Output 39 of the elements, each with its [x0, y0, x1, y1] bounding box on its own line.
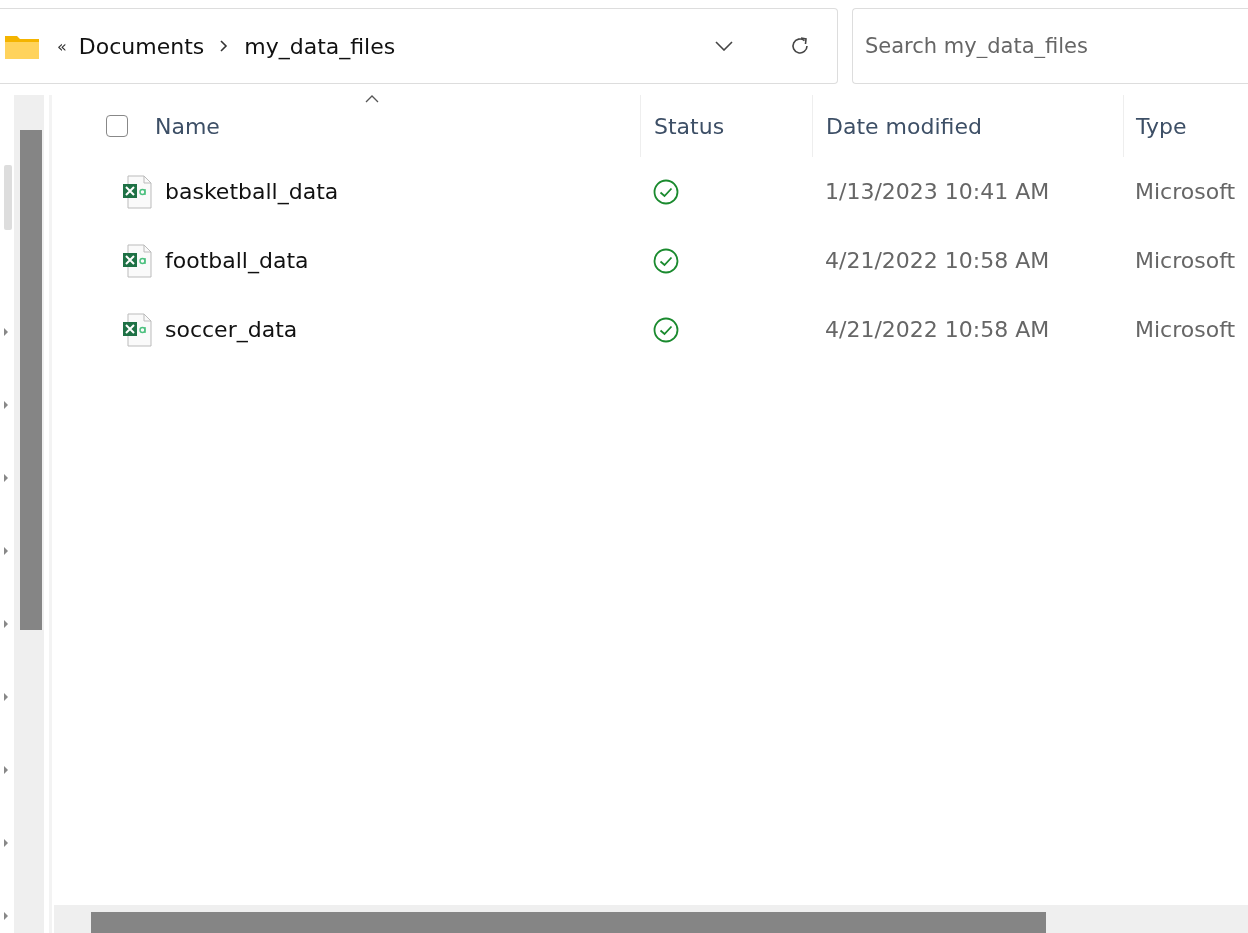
date-modified: 4/21/2022 10:58 AM: [825, 317, 1050, 342]
folder-icon: [5, 33, 39, 59]
spreadsheet-file-icon: [122, 174, 152, 209]
file-type: Microsoft: [1135, 317, 1236, 342]
expand-caret-icon[interactable]: [4, 547, 8, 555]
chevron-right-icon: [220, 40, 229, 52]
search-field[interactable]: Search my_data_files: [852, 8, 1248, 84]
dropdown-chevron-icon[interactable]: [715, 41, 733, 51]
column-header[interactable]: Name: [155, 113, 220, 139]
file-type: Microsoft: [1135, 248, 1236, 273]
expand-caret-icon[interactable]: [4, 620, 8, 628]
file-name[interactable]: basketball_data: [165, 179, 339, 204]
address-bar[interactable]: « Documents my_data_files: [0, 8, 838, 84]
expand-caret-icon[interactable]: [4, 474, 8, 482]
expand-caret-icon[interactable]: [4, 766, 8, 774]
breadcrumb[interactable]: Documents: [78, 33, 205, 59]
breadcrumb[interactable]: my_data_files: [244, 33, 396, 59]
file-name[interactable]: soccer_data: [165, 317, 298, 342]
column-header[interactable]: Date modified: [826, 113, 982, 139]
scrollbar-thumb[interactable]: [91, 912, 1046, 933]
select-all-checkbox[interactable]: [106, 115, 128, 137]
spreadsheet-file-icon: [122, 312, 152, 347]
file-name[interactable]: football_data: [165, 248, 309, 273]
column-header[interactable]: Type: [1136, 113, 1187, 139]
column-header[interactable]: Status: [654, 113, 725, 139]
path-overflow-button[interactable]: «: [57, 36, 67, 56]
file-type: Microsoft: [1135, 179, 1236, 204]
expand-caret-icon[interactable]: [4, 401, 8, 409]
scrollbar-thumb[interactable]: [20, 130, 42, 630]
refresh-icon[interactable]: [789, 35, 811, 57]
date-modified: 1/13/2023 10:41 AM: [825, 179, 1050, 204]
scrollbar-thumb[interactable]: [4, 165, 12, 230]
expand-caret-icon[interactable]: [4, 912, 8, 920]
horizontal-scrollbar[interactable]: [54, 905, 1248, 933]
expand-caret-icon[interactable]: [4, 693, 8, 701]
expand-caret-icon[interactable]: [4, 839, 8, 847]
date-modified: 4/21/2022 10:58 AM: [825, 248, 1050, 273]
spreadsheet-file-icon: [122, 243, 152, 278]
expand-caret-icon[interactable]: [4, 328, 8, 336]
